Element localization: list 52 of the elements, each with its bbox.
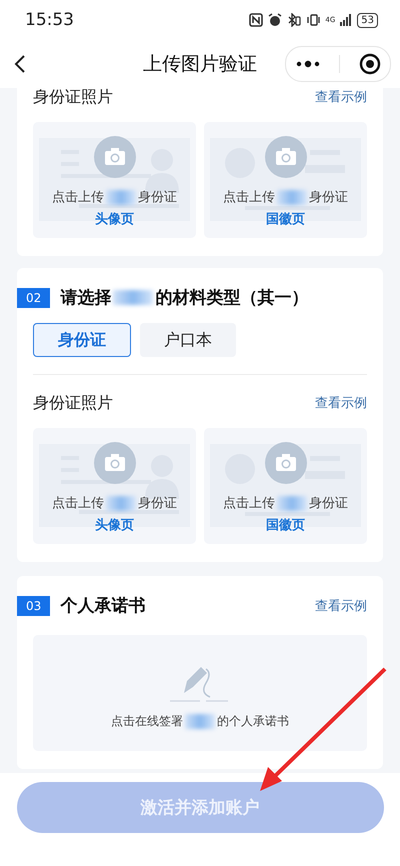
section-title: 个人承诺书 — [60, 595, 146, 617]
back-icon[interactable] — [14, 54, 26, 74]
camera-icon — [264, 136, 306, 178]
camera-icon — [94, 442, 136, 484]
section-subtitle: 身份证照片 — [33, 392, 113, 414]
upload-tile[interactable]: 点击上传 身份证 国徽页 — [204, 428, 367, 544]
blurred-text — [277, 496, 307, 510]
side-label: 国徽页 — [266, 211, 305, 228]
page-title: 上传图片验证 — [143, 52, 257, 77]
upload-hint: 点击上传 — [52, 495, 104, 512]
side-label: 头像页 — [95, 517, 134, 534]
blurred-text — [277, 190, 307, 204]
section-title: 的材料类型（其一） — [155, 287, 308, 309]
side-label: 国徽页 — [266, 517, 305, 534]
close-icon[interactable] — [358, 53, 380, 75]
upload-tile[interactable]: 点击上传 身份证 国徽页 — [204, 122, 367, 238]
vibrate-icon — [306, 13, 320, 27]
more-icon[interactable] — [296, 60, 320, 68]
option-tab[interactable]: 户口本 — [140, 323, 236, 357]
blurred-text — [106, 496, 136, 510]
view-example-link[interactable]: 查看示例 — [315, 394, 367, 412]
upload-hint: 点击上传 — [223, 495, 275, 512]
view-example-link[interactable]: 查看示例 — [315, 596, 367, 614]
upload-hint: 身份证 — [138, 495, 177, 512]
camera-icon — [94, 136, 136, 178]
sign-hint: 的个人承诺书 — [217, 713, 289, 730]
sign-tile[interactable]: 点击在线签署 的个人承诺书 — [33, 635, 367, 751]
upload-tile[interactable]: 点击上传 身份证 头像页 — [33, 122, 196, 238]
step-number: 02 — [17, 288, 50, 308]
view-example-link[interactable]: 查看示例 — [315, 88, 367, 106]
upload-hint: 点击上传 — [52, 189, 104, 206]
battery-level: 53 — [357, 12, 378, 28]
upload-hint: 身份证 — [138, 189, 177, 206]
alarm-icon — [268, 13, 282, 27]
step-number: 03 — [17, 596, 50, 616]
sign-hint: 点击在线签署 — [111, 713, 183, 730]
upload-hint: 身份证 — [309, 189, 348, 206]
upload-hint: 点击上传 — [223, 189, 275, 206]
section-subtitle: 身份证照片 — [33, 88, 113, 108]
status-time: 15:53 — [25, 10, 74, 30]
upload-hint: 身份证 — [309, 495, 348, 512]
section-title: 请选择 — [60, 287, 112, 309]
signal-icon — [340, 14, 352, 26]
nfc-icon — [249, 13, 264, 27]
side-label: 头像页 — [95, 211, 134, 228]
blurred-text — [185, 714, 215, 729]
camera-icon — [264, 442, 306, 484]
blurred-text — [106, 190, 136, 204]
upload-tile[interactable]: 点击上传 身份证 头像页 — [33, 428, 196, 544]
blurred-text — [113, 290, 154, 305]
bluetooth-icon — [287, 13, 302, 27]
option-tab[interactable]: 身份证 — [33, 323, 131, 357]
